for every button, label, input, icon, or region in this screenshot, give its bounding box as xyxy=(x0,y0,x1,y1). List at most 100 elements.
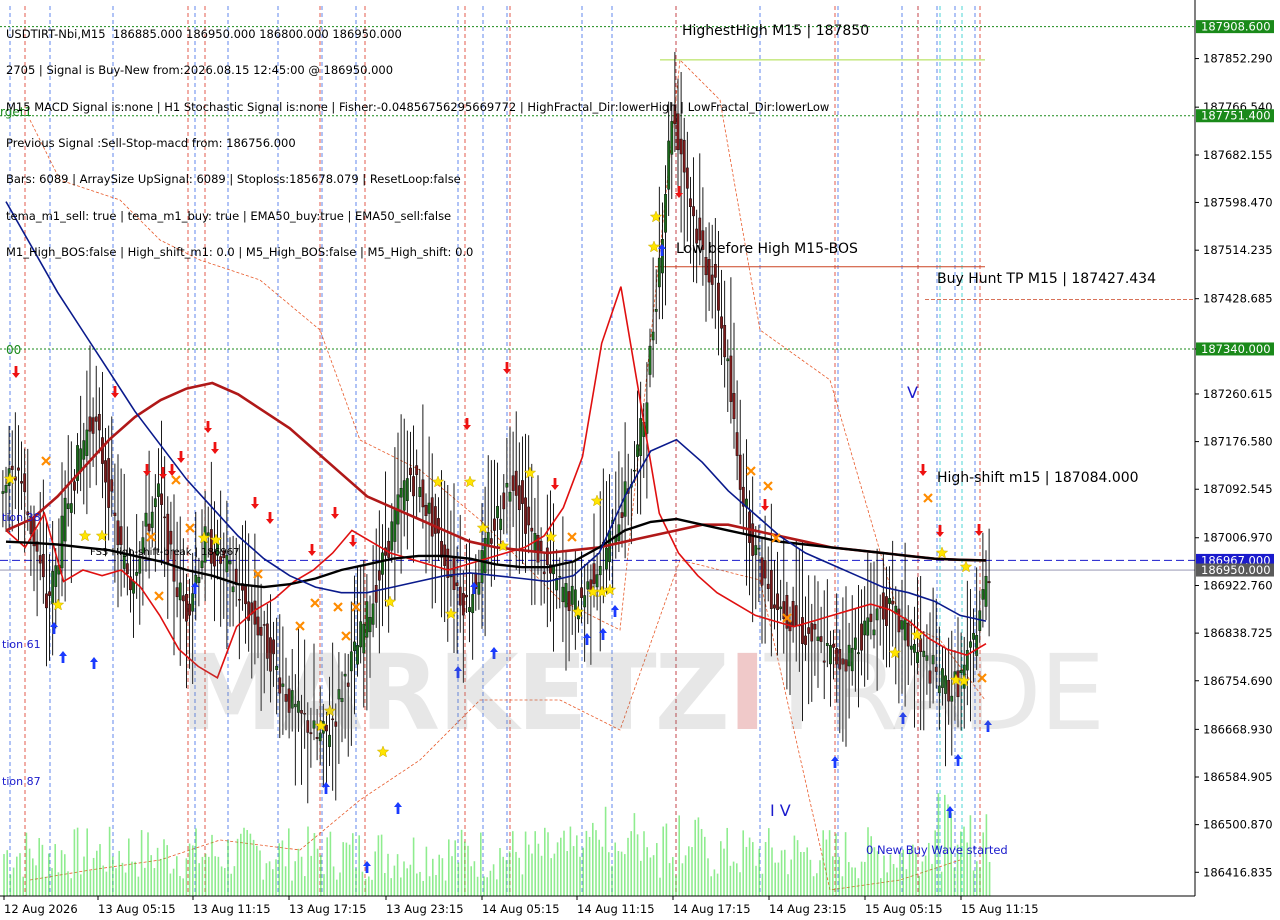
star-icon xyxy=(78,529,92,542)
buy-arrow-icon xyxy=(394,802,402,814)
annotation-label: I V xyxy=(770,801,791,820)
bear-candle xyxy=(421,479,425,508)
bull-candle xyxy=(4,484,8,493)
bear-candle xyxy=(710,274,714,285)
cross-icon xyxy=(295,621,305,631)
bear-candle xyxy=(776,593,779,611)
bear-candle xyxy=(175,587,179,598)
bull-candle xyxy=(561,586,565,603)
bull-candle xyxy=(564,583,568,608)
bull-candle xyxy=(477,582,481,595)
bear-candle xyxy=(545,547,549,566)
bull-candle xyxy=(483,537,487,573)
bear-candle xyxy=(732,393,736,419)
bull-candle xyxy=(66,503,70,510)
moving-averages xyxy=(5,201,987,679)
bear-candle xyxy=(160,493,163,505)
bear-candle xyxy=(147,523,151,532)
bear-candle xyxy=(104,460,107,483)
bear-candle xyxy=(763,560,767,579)
bull-candle xyxy=(981,589,985,600)
bull-candle xyxy=(399,488,403,498)
bear-candle xyxy=(446,548,450,578)
bear-candle xyxy=(437,518,440,534)
tema-line: tema_m1_sell: true | tema_m1_buy: true |… xyxy=(6,208,452,223)
bear-candle xyxy=(262,624,266,626)
sell-arrow-icon xyxy=(177,451,185,463)
bear-candle xyxy=(181,595,185,602)
bear-candle xyxy=(17,467,20,471)
bull-candle xyxy=(231,586,235,593)
sell-arrow-icon xyxy=(331,507,339,519)
time-tick-label: 15 Aug 11:15 xyxy=(961,902,1039,916)
annotation-label: V xyxy=(907,383,918,402)
bear-candle xyxy=(760,557,764,586)
bull-candle xyxy=(508,491,512,502)
star-icon xyxy=(444,607,458,620)
bull-candle xyxy=(390,521,394,551)
bear-candle xyxy=(493,518,496,531)
bull-candle xyxy=(82,440,86,460)
bull-candle xyxy=(60,515,64,569)
volume-histogram xyxy=(3,793,991,896)
bear-candle xyxy=(377,570,381,581)
bull-candle xyxy=(418,487,422,497)
buy-arrow-icon xyxy=(363,861,371,873)
bull-candle xyxy=(654,308,658,312)
star-icon xyxy=(383,595,397,608)
bear-candle xyxy=(113,512,117,517)
bear-candle xyxy=(717,282,720,311)
price-tick-label: 187682.155 xyxy=(1203,148,1273,162)
bull-candle xyxy=(150,511,154,528)
time-tick-label: 14 Aug 17:15 xyxy=(673,902,751,916)
bear-candle xyxy=(374,585,378,603)
bull-candle xyxy=(200,560,204,569)
sell-arrow-icon xyxy=(975,524,983,536)
bear-candle xyxy=(10,465,14,470)
price-tick-label: 187260.615 xyxy=(1203,387,1273,401)
bear-candle xyxy=(88,416,92,432)
bear-candle xyxy=(891,600,895,605)
bear-candle xyxy=(107,458,111,508)
price-tick-label: 186922.760 xyxy=(1203,578,1273,592)
price-tick-label: 187852.290 xyxy=(1203,52,1273,66)
sell-arrow-icon xyxy=(463,418,471,430)
bear-candle xyxy=(455,582,459,586)
star-icon xyxy=(463,475,477,488)
sell-arrow-icon xyxy=(12,366,20,378)
bear-candle xyxy=(527,506,531,526)
bear-candle xyxy=(738,454,742,490)
sell-arrow-icon xyxy=(211,442,219,454)
bear-candle xyxy=(729,355,733,402)
cross-icon xyxy=(146,532,156,542)
bear-candle xyxy=(424,504,428,517)
bull-candle xyxy=(191,593,195,612)
bear-candle xyxy=(433,506,437,534)
bear-candle xyxy=(94,416,98,422)
bear-candle xyxy=(539,540,543,551)
macd-stoch-line: M15 MACD Signal is:none | H1 Stochastic … xyxy=(6,99,830,114)
buy-arrow-icon xyxy=(191,582,199,594)
bull-candle xyxy=(468,607,471,612)
annotation-label: Buy Hunt TP M15 | 187427.434 xyxy=(937,271,1156,287)
annotation-label: 00 xyxy=(6,343,21,357)
price-tag-label: 187908.600 xyxy=(1201,20,1271,34)
bull-candle xyxy=(368,617,372,633)
buy-arrow-icon xyxy=(59,651,67,663)
bull-candle xyxy=(153,498,157,508)
time-tick-label: 12 Aug 2026 xyxy=(4,902,78,916)
bear-candle xyxy=(38,555,42,564)
price-tick-label: 186754.690 xyxy=(1203,674,1273,688)
bear-candle xyxy=(489,538,493,544)
sell-arrow-icon xyxy=(761,499,769,511)
bear-candle xyxy=(524,497,527,534)
bull-candle xyxy=(85,429,89,456)
cross-icon xyxy=(567,532,577,542)
bear-candle xyxy=(794,605,798,626)
bear-candle xyxy=(97,414,101,431)
bull-candle xyxy=(573,589,577,613)
time-tick-label: 14 Aug 23:15 xyxy=(769,902,847,916)
bull-candle xyxy=(157,483,160,497)
bear-candle xyxy=(766,583,770,589)
annotation-label: tion 61 xyxy=(2,638,41,651)
